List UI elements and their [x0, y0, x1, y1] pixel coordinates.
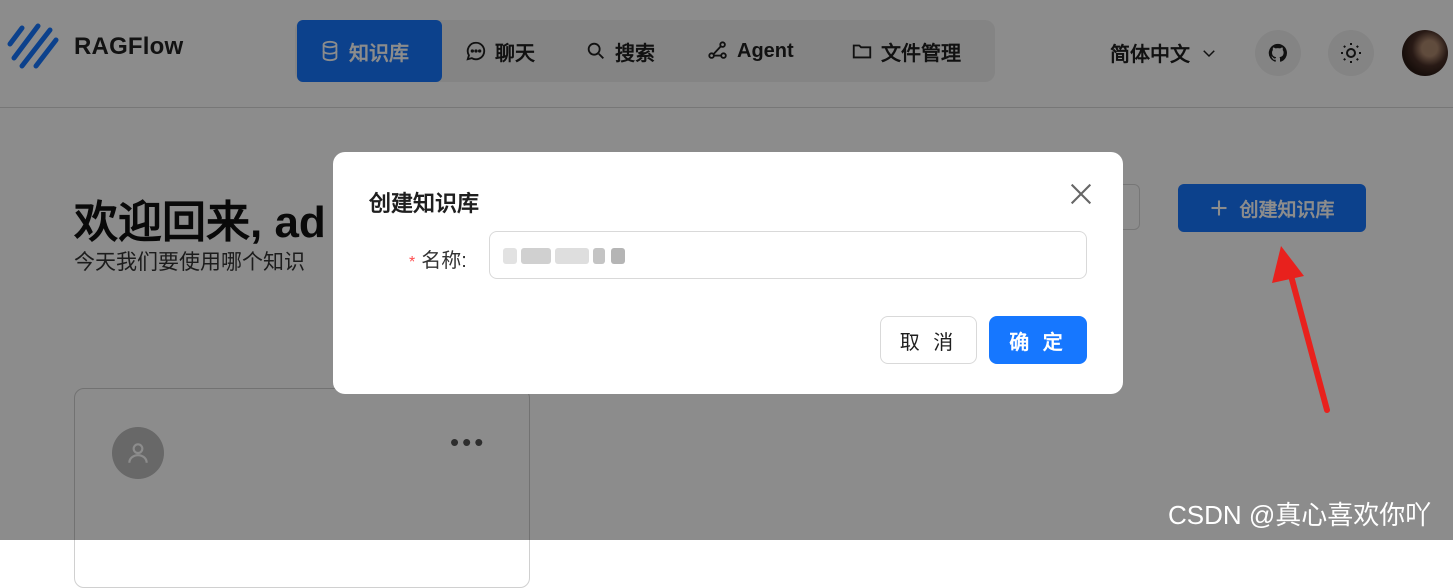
modal-title: 创建知识库: [369, 191, 480, 216]
required-mark: *: [409, 254, 416, 271]
confirm-button[interactable]: 确 定: [989, 316, 1087, 364]
name-label-text: 名称:: [421, 250, 467, 272]
cancel-button[interactable]: 取 消: [880, 316, 977, 364]
name-field-label: * 名称:: [409, 244, 467, 273]
close-icon[interactable]: [1067, 180, 1095, 208]
watermark: CSDN @真心喜欢你吖: [1168, 500, 1432, 530]
create-knowledge-base-modal: 创建知识库 * 名称: 取 消 确 定: [333, 152, 1123, 394]
redacted-name-value: [503, 248, 625, 264]
